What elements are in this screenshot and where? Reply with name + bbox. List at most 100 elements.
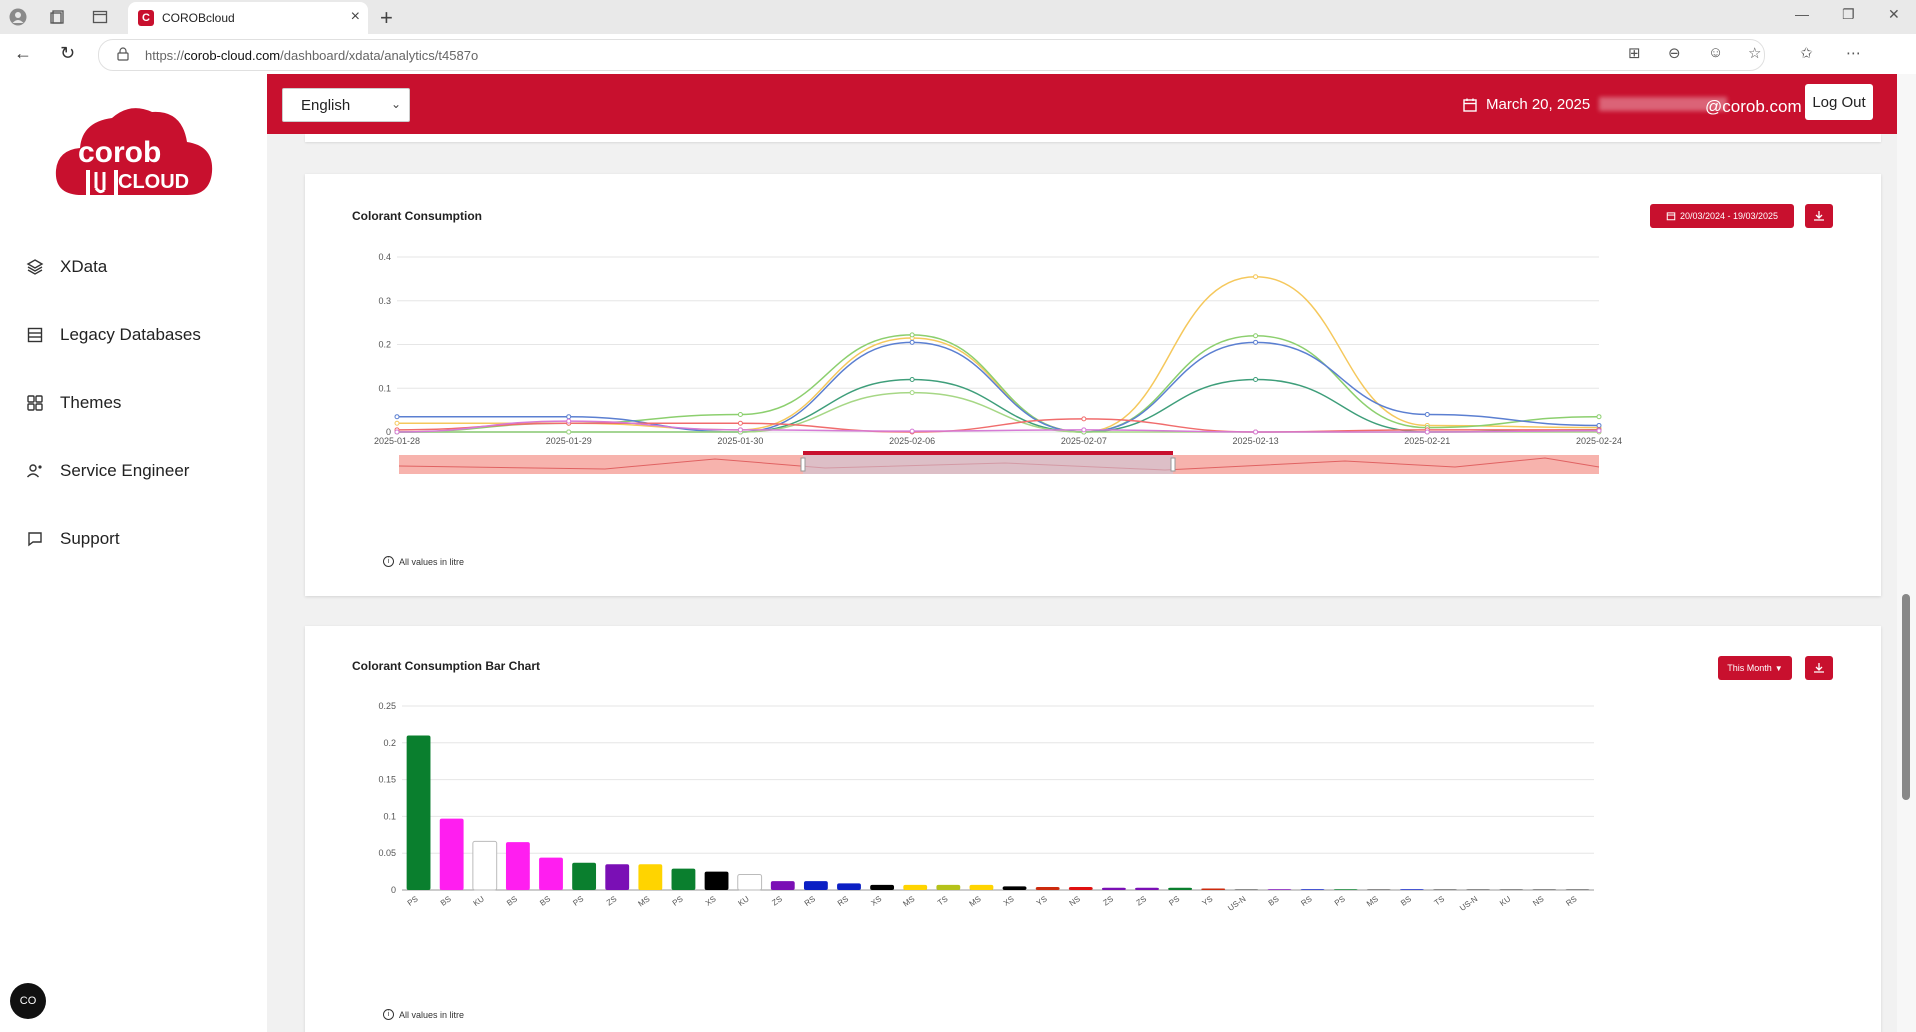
data-point (1596, 414, 1602, 420)
logout-button[interactable]: Log Out (1805, 84, 1873, 120)
x-tick-label: BS (1399, 894, 1413, 907)
period-label: This Month (1727, 663, 1772, 673)
bar (1002, 886, 1027, 890)
units-note: i All values in litre (383, 556, 464, 567)
sidebar-item-xdata[interactable]: XData (26, 252, 107, 282)
close-tab-icon[interactable]: × (351, 8, 360, 26)
colorant-consumption-card: Colorant Consumption 20/03/2024 - 19/03/… (305, 174, 1881, 596)
download-icon (1814, 663, 1824, 673)
download-button[interactable] (1805, 204, 1833, 228)
language-value: English (301, 97, 351, 114)
sidebar-item-themes[interactable]: Themes (26, 388, 121, 418)
chevron-down-icon: ⌄ (390, 97, 401, 111)
download-button[interactable] (1805, 656, 1833, 680)
refresh-icon[interactable]: ↻ (60, 43, 75, 64)
x-tick-label: MS (968, 894, 983, 908)
data-point (1596, 422, 1602, 428)
data-point (1253, 333, 1259, 339)
x-tick-label: KU (737, 894, 751, 908)
bar (1101, 887, 1126, 890)
zoom-slider-right-handle[interactable] (1170, 457, 1176, 472)
x-tick-label: RS (1299, 894, 1313, 908)
y-tick-label: 0.2 (378, 340, 391, 350)
colorant-consumption-bar-card: Colorant Consumption Bar Chart This Mont… (305, 626, 1881, 1032)
new-tab-icon[interactable]: + (380, 5, 393, 31)
zoom-slider-window[interactable] (803, 455, 1173, 474)
y-tick-label: 0.1 (378, 383, 391, 393)
zoom-slider-handle-bar[interactable] (803, 451, 1173, 455)
x-tick-label: MS (901, 894, 916, 908)
x-tick-label: 2025-02-13 (1233, 436, 1279, 446)
bar (1333, 889, 1358, 890)
restore-icon[interactable]: ❐ (1842, 6, 1855, 23)
x-tick-label: XS (704, 894, 718, 907)
cookie-preferences-icon[interactable]: CO (10, 983, 46, 1019)
browser-tab[interactable]: C COROBcloud × (128, 2, 368, 34)
profile-icon[interactable] (8, 7, 28, 27)
page-scrollbar[interactable] (1897, 74, 1916, 1032)
zoom-icon[interactable]: ⊖ (1668, 44, 1681, 62)
close-window-icon[interactable]: ✕ (1888, 6, 1900, 23)
sidebar-item-label: Service Engineer (60, 461, 190, 480)
url-text: https://corob-cloud.com/dashboard/xdata/… (145, 48, 479, 63)
x-tick-label: TS (1433, 894, 1447, 907)
series-line (397, 341, 1600, 433)
x-tick-label: ZS (1101, 894, 1115, 907)
data-point (909, 332, 915, 338)
series-line (397, 275, 1600, 433)
x-tick-label: 2025-02-21 (1404, 436, 1450, 446)
bar-chart: 0 0.05 0.1 0.15 0.2 0.25 PS BS KU BS BS PS ZS MS PS XS K… (378, 701, 1594, 913)
extensions-icon[interactable]: ☺ (1708, 44, 1723, 61)
address-bar-row: ← ↻ https://corob-cloud.com/dashboard/xd… (0, 34, 1916, 75)
app-available-icon[interactable]: ⊞ (1628, 44, 1641, 62)
bar (1466, 889, 1491, 890)
card-title: Colorant Consumption Bar Chart (352, 659, 540, 673)
x-tick-label: RS (836, 894, 850, 908)
x-tick-label: PS (1333, 894, 1347, 907)
back-icon[interactable]: ← (14, 43, 32, 64)
favorites-icon[interactable]: ✩ (1800, 44, 1813, 62)
bar (1433, 889, 1457, 890)
data-point (909, 390, 915, 396)
corob-cloud-logo[interactable]: corob CLOUD (52, 100, 217, 212)
user-email: @corob.com (1705, 97, 1802, 116)
bar (1499, 889, 1524, 890)
bar (572, 862, 597, 890)
tab-actions-icon[interactable] (90, 7, 110, 27)
data-point (737, 420, 743, 426)
data-point (1253, 274, 1259, 280)
data-point (1081, 427, 1087, 433)
tab-title: COROBcloud (162, 11, 235, 25)
date-range-button[interactable]: 20/03/2024 - 19/03/2025 (1650, 204, 1794, 228)
url-input[interactable]: https://corob-cloud.com/dashboard/xdata/… (98, 39, 1765, 71)
bar (671, 868, 696, 890)
language-select[interactable]: English ⌄ (282, 88, 410, 122)
zoom-slider-left-handle[interactable] (800, 457, 806, 472)
sidebar-item-service-engineer[interactable]: Service Engineer (26, 456, 189, 486)
sidebar-item-legacy-databases[interactable]: Legacy Databases (26, 320, 201, 350)
collections-icon[interactable] (48, 7, 68, 27)
scrollbar-thumb[interactable] (1902, 594, 1910, 800)
calendar-icon (1463, 98, 1477, 112)
sidebar-item-support[interactable]: Support (26, 524, 120, 554)
x-tick-label: KU (472, 894, 486, 908)
y-tick-label: 0.3 (378, 296, 391, 306)
y-tick-label: 0 (391, 885, 396, 895)
more-menu-icon[interactable]: ⋯ (1846, 44, 1861, 62)
favorite-star-icon[interactable]: ☆ (1748, 44, 1761, 62)
x-tick-label: XS (1002, 894, 1016, 907)
bar (870, 884, 895, 890)
y-tick-label: 0.2 (383, 738, 396, 748)
period-dropdown-button[interactable]: This Month ▼ (1718, 656, 1792, 680)
minimize-icon[interactable]: — (1795, 6, 1809, 22)
x-tick-label: MS (1365, 894, 1380, 908)
sidebar: corob CLOUD XData Legacy Databases Theme… (0, 74, 267, 1032)
y-tick-label: 0.4 (378, 252, 391, 262)
bar (439, 818, 464, 890)
data-point (1424, 429, 1430, 435)
lock-icon[interactable] (117, 47, 129, 61)
x-tick-label: RS (1564, 894, 1578, 908)
data-point (566, 414, 572, 420)
units-note-text: All values in litre (399, 1009, 465, 1020)
date-text: March 20, 2025 (1486, 96, 1591, 113)
